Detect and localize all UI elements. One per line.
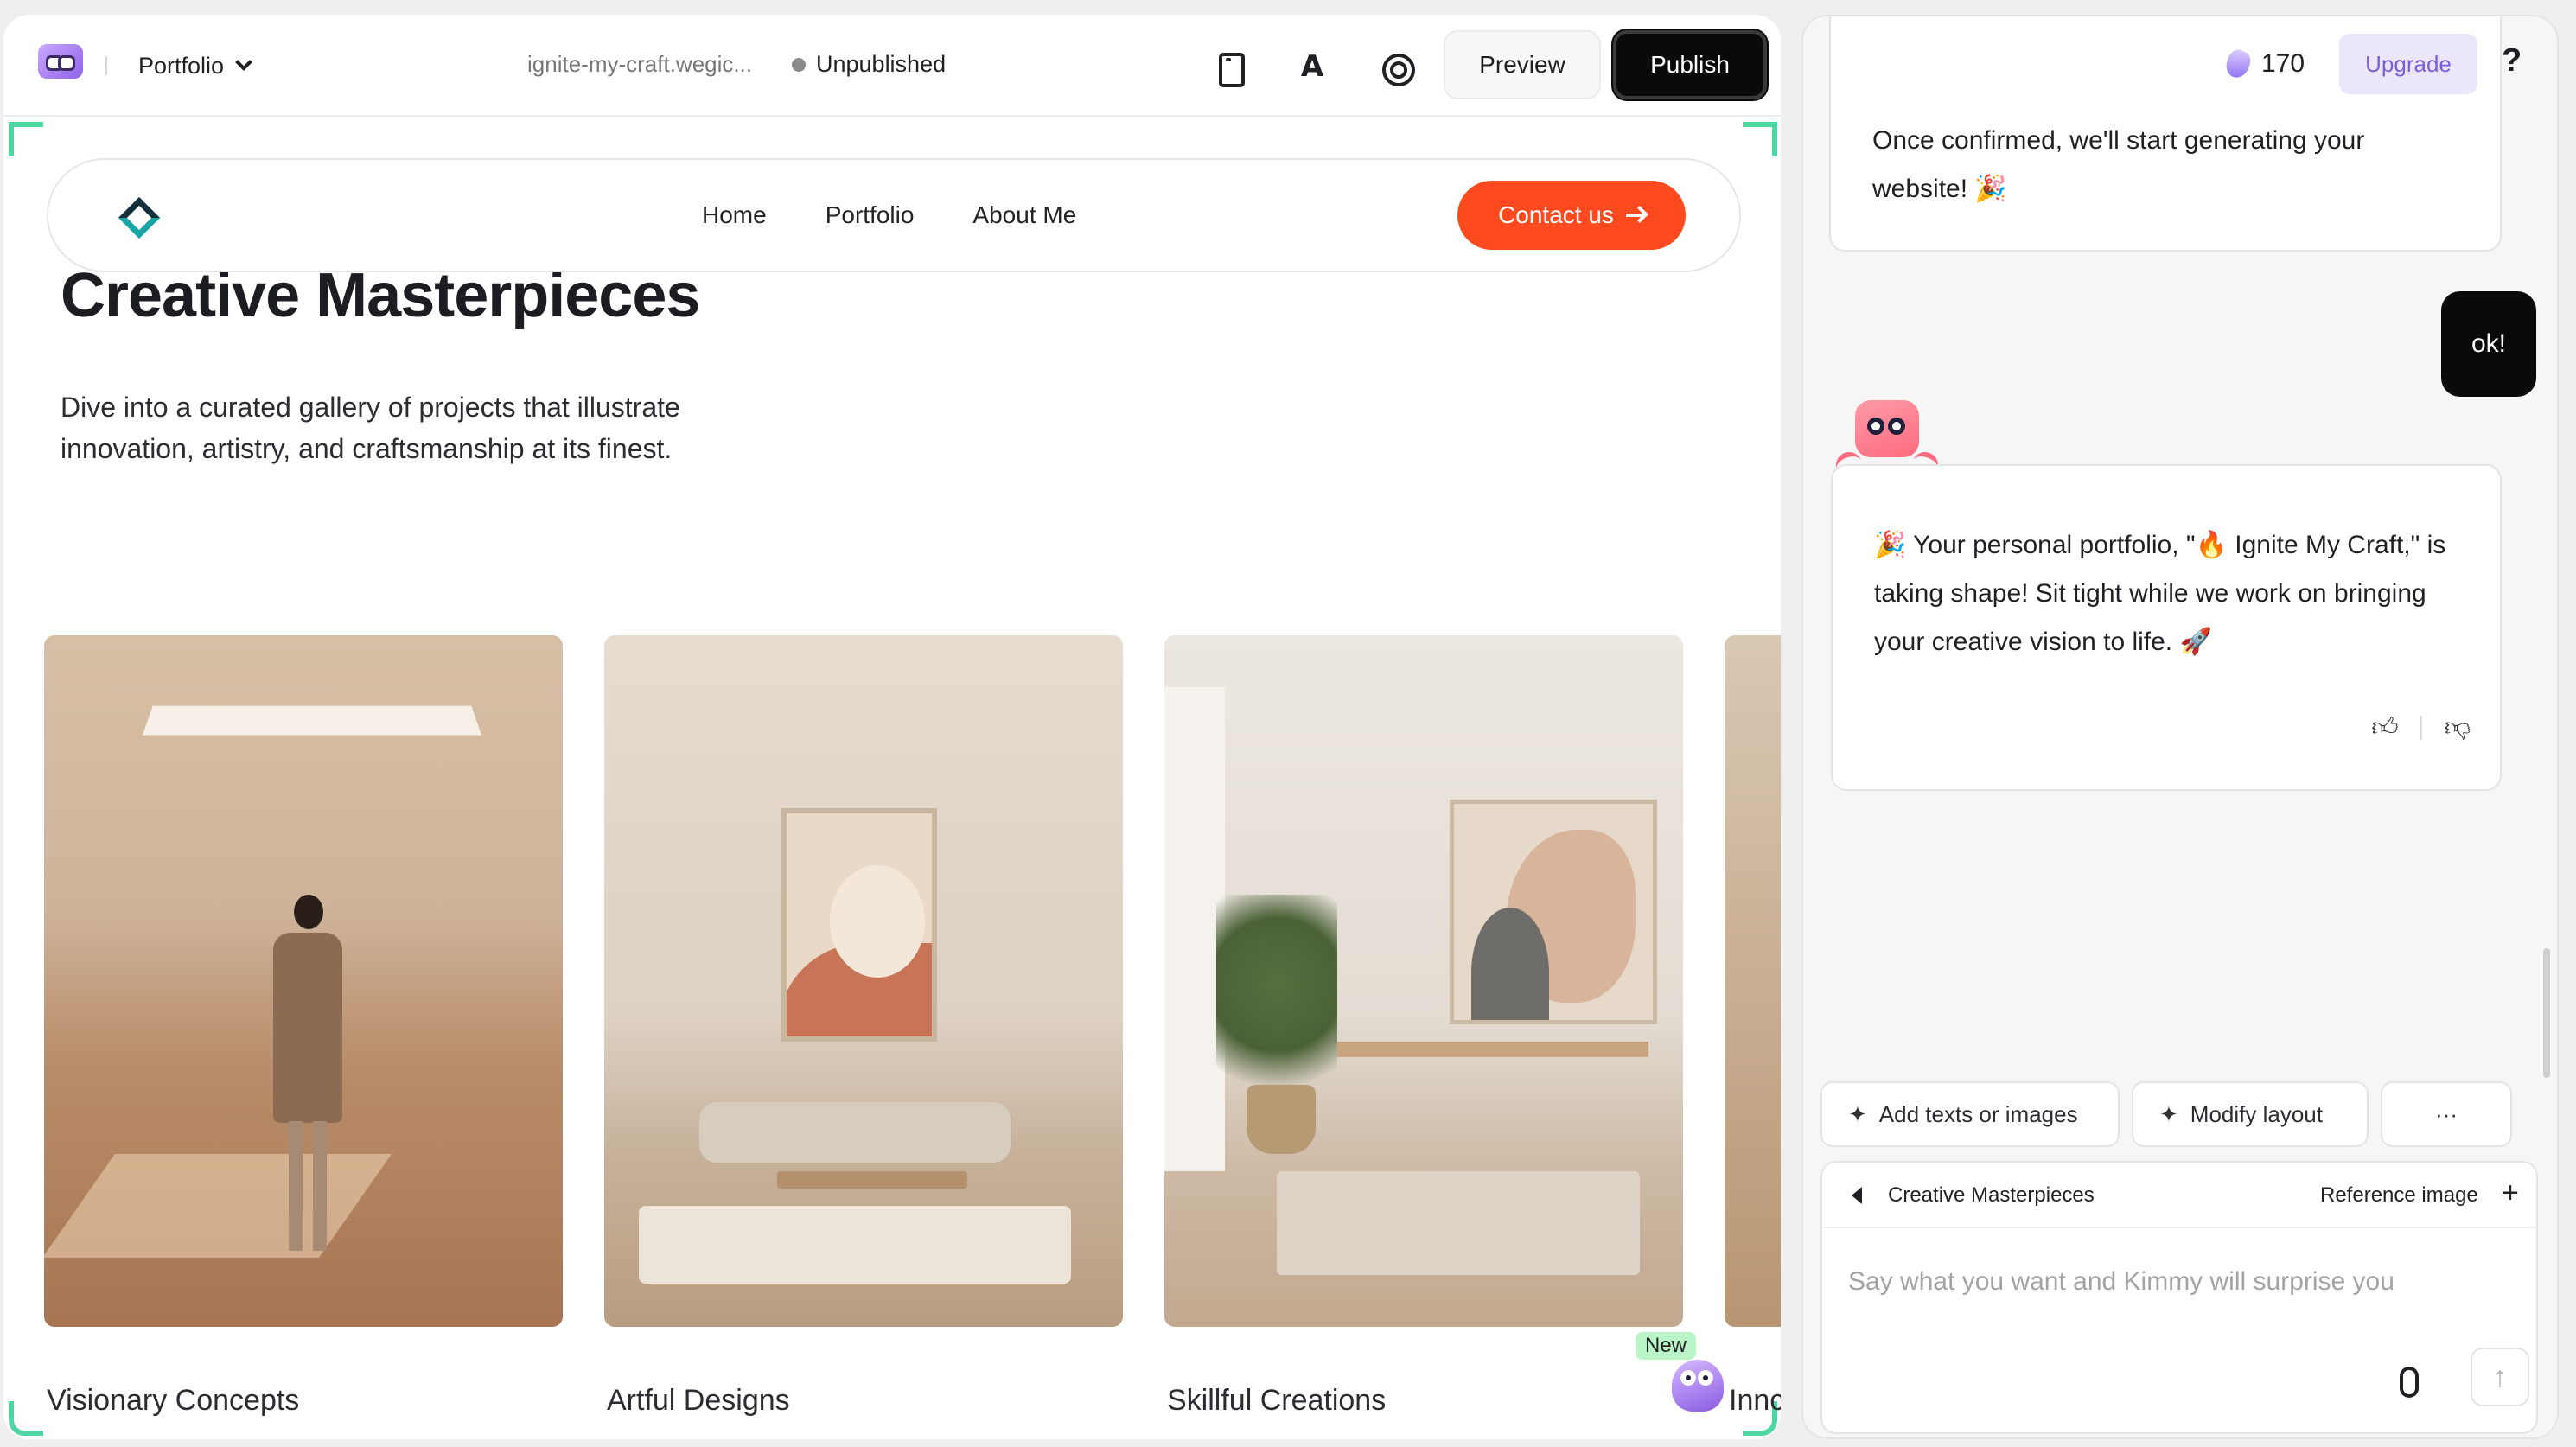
- editor-panel: Portfolio ignite-my-craft.wegic... Unpub…: [3, 15, 1781, 1439]
- model-figure: [265, 895, 351, 1258]
- more-options-button[interactable]: ···: [2381, 1081, 2512, 1147]
- chip-label: Add texts or images: [1878, 1100, 2078, 1127]
- site-name: Portfolio: [138, 52, 225, 79]
- site-selector[interactable]: Portfolio: [138, 49, 252, 82]
- divider: [105, 56, 107, 75]
- chat-scrollbar[interactable]: [2543, 948, 2550, 1078]
- assistant-mascot-icon[interactable]: [1672, 1360, 1724, 1412]
- card-title[interactable]: Innc: [1729, 1384, 1781, 1418]
- more-dots-icon: ···: [2435, 1100, 2458, 1127]
- message-feedback: 👍︎ 👎︎: [2370, 713, 2472, 743]
- gallery-image-partial[interactable]: [1725, 635, 1781, 1327]
- thumbs-down-icon[interactable]: 👎︎: [2443, 713, 2472, 743]
- editor-topbar: Portfolio ignite-my-craft.wegic... Unpub…: [3, 15, 1781, 117]
- credit-gem-icon: [2222, 47, 2254, 81]
- add-texts-images-button[interactable]: ✦ Add texts or images: [1820, 1081, 2120, 1147]
- publish-status: Unpublished: [792, 51, 946, 78]
- context-section-title: Creative Masterpieces: [1888, 1183, 2095, 1207]
- selection-corner-top-left: [9, 122, 43, 156]
- gallery-image-artful[interactable]: [604, 635, 1123, 1327]
- site-url[interactable]: ignite-my-craft.wegic...: [527, 51, 752, 78]
- modify-layout-button[interactable]: ✦ Modify layout: [2132, 1081, 2369, 1147]
- nav-link-about[interactable]: About Me: [972, 201, 1076, 229]
- attachment-paperclip-icon[interactable]: [2400, 1367, 2419, 1398]
- hero-description[interactable]: Dive into a curated gallery of projects …: [61, 386, 804, 469]
- contact-us-button[interactable]: Contact us: [1457, 181, 1686, 250]
- caret-left-icon[interactable]: [1852, 1187, 1862, 1204]
- card-title[interactable]: Skillful Creations: [1167, 1384, 1386, 1418]
- wall-art: [1450, 800, 1657, 1024]
- brand-logo-icon[interactable]: [118, 196, 161, 239]
- status-dot-icon: [792, 57, 806, 72]
- font-style-icon[interactable]: A: [1295, 49, 1329, 84]
- sparkle-icon: ✦: [1848, 1100, 1867, 1127]
- nav-link-portfolio[interactable]: Portfolio: [826, 201, 915, 229]
- wall-art: [781, 808, 937, 1042]
- publish-status-label: Unpublished: [816, 51, 947, 77]
- contact-us-label: Contact us: [1498, 201, 1614, 228]
- desk: [1337, 1042, 1648, 1057]
- credits-counter: 170: [2222, 47, 2305, 81]
- settings-gear-icon[interactable]: [1378, 49, 1415, 86]
- gallery-image-skillful[interactable]: [1164, 635, 1683, 1327]
- assistant-message-text: 🎉 Your personal portfolio, "🔥 Ignite My …: [1874, 531, 2446, 656]
- sparkle-icon: ✦: [2159, 1100, 2178, 1127]
- arrow-right-icon: [1625, 214, 1645, 217]
- site-nav-links: Home Portfolio About Me: [702, 201, 1076, 229]
- assistant-message-text: Once confirmed, we'll start generating y…: [1872, 126, 2365, 203]
- upgrade-button[interactable]: Upgrade: [2339, 34, 2477, 94]
- nav-link-home[interactable]: Home: [702, 201, 767, 229]
- chat-panel: Once confirmed, we'll start generating y…: [1801, 15, 2559, 1439]
- add-reference-icon[interactable]: +: [2502, 1176, 2519, 1210]
- chevron-down-icon: [235, 54, 252, 71]
- new-badge: New: [1636, 1332, 1696, 1360]
- selection-corner-top-right: [1743, 122, 1777, 156]
- assistant-message: 🎉 Your personal portfolio, "🔥 Ignite My …: [1831, 464, 2502, 791]
- help-icon[interactable]: ?: [2502, 42, 2522, 80]
- preview-button[interactable]: Preview: [1444, 30, 1601, 99]
- card-title[interactable]: Visionary Concepts: [47, 1384, 299, 1418]
- app-logo-icon[interactable]: [38, 44, 83, 79]
- chat-composer: Creative Masterpieces Reference image + …: [1820, 1161, 2538, 1434]
- credits-value: 170: [2261, 49, 2305, 78]
- card-title[interactable]: Artful Designs: [607, 1384, 790, 1418]
- site-navbar: Home Portfolio About Me Contact us: [47, 158, 1741, 272]
- publish-button[interactable]: Publish: [1613, 30, 1767, 99]
- thumbs-up-icon[interactable]: 👍︎: [2370, 713, 2400, 743]
- arrow-up-icon: ↑: [2492, 1360, 2508, 1393]
- send-button[interactable]: ↑: [2471, 1348, 2529, 1406]
- gallery-image-visionary[interactable]: [44, 635, 563, 1327]
- mobile-preview-icon[interactable]: [1212, 49, 1247, 87]
- selection-corner-bottom-left: [9, 1401, 43, 1436]
- chat-input[interactable]: [1848, 1256, 2505, 1308]
- chip-label: Modify layout: [2190, 1100, 2323, 1127]
- reference-image-button[interactable]: Reference image: [2320, 1183, 2478, 1208]
- sofa: [699, 1102, 1011, 1163]
- user-message: ok!: [2441, 291, 2536, 397]
- context-bar: Creative Masterpieces Reference image +: [1822, 1163, 2536, 1228]
